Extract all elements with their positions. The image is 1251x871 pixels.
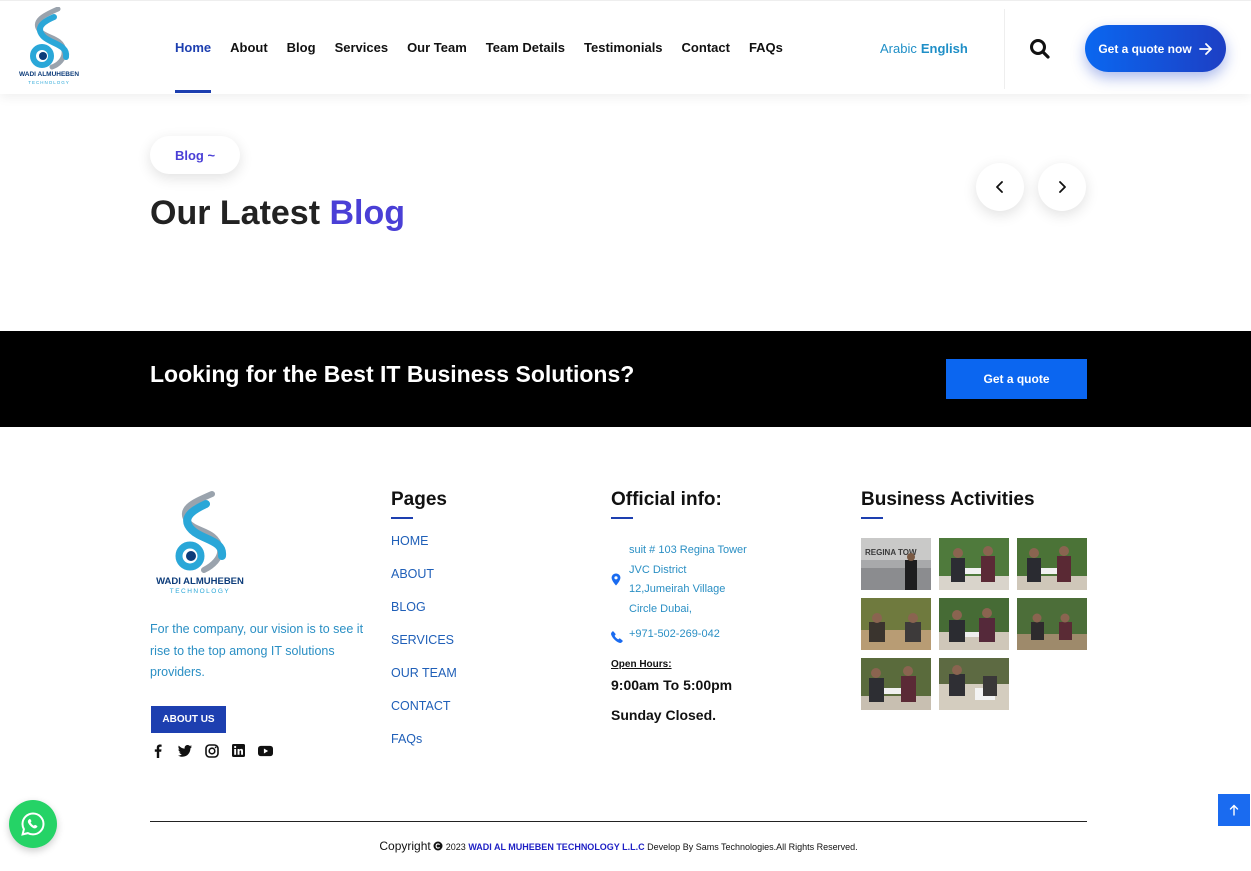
office-address: suit # 103 Regina Tower JVC District 12,… xyxy=(629,544,747,615)
pages-heading: Pages xyxy=(391,489,447,519)
footer-logo-subtitle: TECHNOLOGY xyxy=(169,588,231,595)
nav-team-details[interactable]: Team Details xyxy=(486,1,565,95)
footer-link-faqs[interactable]: FAQs xyxy=(391,731,457,764)
logo-subtitle: TECHNOLOGY xyxy=(28,80,70,85)
instagram-icon[interactable] xyxy=(204,743,219,758)
nav-about[interactable]: About xyxy=(230,1,268,95)
search-icon[interactable] xyxy=(1029,38,1051,60)
twitter-icon[interactable] xyxy=(177,743,192,758)
blog-title-accent: Blog xyxy=(329,194,406,232)
lang-arabic[interactable]: Arabic xyxy=(880,41,917,56)
gallery-photo[interactable] xyxy=(1017,538,1087,590)
gallery-photo[interactable]: REGINA TOW xyxy=(861,538,931,590)
nav-testimonials[interactable]: Testimonials xyxy=(584,1,663,95)
phone-icon xyxy=(611,630,623,643)
gallery-photo[interactable] xyxy=(861,658,931,710)
whatsapp-button[interactable] xyxy=(9,800,57,848)
chevron-left-icon xyxy=(996,181,1003,193)
arrow-up-icon xyxy=(1229,804,1239,816)
linkedin-icon[interactable] xyxy=(231,743,246,758)
gallery-photo[interactable] xyxy=(939,658,1009,710)
get-quote-now-label: Get a quote now xyxy=(1098,41,1192,56)
official-info-heading: Official info: xyxy=(611,489,722,519)
nav-our-team[interactable]: Our Team xyxy=(407,1,467,95)
whatsapp-icon xyxy=(21,812,45,836)
closed-day: Sunday Closed. xyxy=(611,707,717,723)
footer-link-about[interactable]: ABOUT xyxy=(391,566,457,599)
language-switcher: Arabic English xyxy=(880,41,968,56)
copyright-suffix: Develop By Sams Technologies.All Rights … xyxy=(647,842,858,852)
location-pin-icon xyxy=(611,573,621,586)
footer-link-home[interactable]: HOME xyxy=(391,533,457,566)
nav-contact[interactable]: Contact xyxy=(682,1,730,95)
nav-faqs[interactable]: FAQs xyxy=(749,1,783,95)
nav-blog[interactable]: Blog xyxy=(287,1,316,95)
copyright-year: 2023 xyxy=(445,842,466,852)
business-activities-heading: Business Activities xyxy=(861,489,1035,519)
footer-link-blog[interactable]: BLOG xyxy=(391,599,457,632)
footer-pages-list: HOME ABOUT BLOG SERVICES OUR TEAM CONTAC… xyxy=(391,533,457,764)
nav-services[interactable]: Services xyxy=(335,1,389,95)
blog-title-main: Our Latest xyxy=(150,194,321,232)
footer-logo-mark-icon xyxy=(175,491,226,573)
logo-mark-icon xyxy=(30,6,70,70)
footer-vision-text: For the company, our vision is to see it… xyxy=(150,622,364,679)
page: WADI ALMUHEBEN TECHNOLOGY Home About Blo… xyxy=(0,0,1251,871)
copyright-line: Copyright 2023 WADI AL MUHEBEN TECHNOLOG… xyxy=(0,839,1237,853)
copyright-prefix: Copyright xyxy=(379,839,431,853)
open-hours-label: Open Hours: xyxy=(611,659,672,670)
copyright-icon xyxy=(433,841,443,851)
footer-divider xyxy=(150,821,1087,822)
facebook-icon[interactable] xyxy=(150,743,165,758)
footer-link-services[interactable]: SERVICES xyxy=(391,632,457,665)
footer-link-our-team[interactable]: OUR TEAM xyxy=(391,665,457,698)
about-us-button[interactable]: ABOUT US xyxy=(151,706,226,733)
phone-number[interactable]: +971-502-269-042 xyxy=(629,628,720,640)
copyright-company[interactable]: WADI AL MUHEBEN TECHNOLOGY L.L.C xyxy=(468,842,644,852)
site-header: WADI ALMUHEBEN TECHNOLOGY Home About Blo… xyxy=(0,0,1251,94)
footer-logo[interactable]: WADI ALMUHEBEN TECHNOLOGY xyxy=(150,490,250,600)
carousel-prev-button[interactable] xyxy=(976,163,1024,211)
gallery-photo[interactable] xyxy=(861,598,931,650)
header-divider xyxy=(1004,9,1005,89)
gallery-photo[interactable] xyxy=(939,598,1009,650)
logo-name: WADI ALMUHEBEN xyxy=(18,71,80,78)
cta-headline: Looking for the Best IT Business Solutio… xyxy=(150,361,635,387)
cta-banner: Looking for the Best IT Business Solutio… xyxy=(0,331,1251,427)
open-hours-time: 9:00am To 5:00pm xyxy=(611,677,733,693)
get-quote-now-button[interactable]: Get a quote now xyxy=(1085,25,1226,72)
chevron-right-icon xyxy=(1059,181,1066,193)
blog-badge: Blog ~ xyxy=(150,136,240,174)
youtube-icon[interactable] xyxy=(258,743,273,758)
get-quote-button[interactable]: Get a quote xyxy=(946,359,1087,399)
carousel-next-button[interactable] xyxy=(1038,163,1086,211)
main-nav: Home About Blog Services Our Team Team D… xyxy=(175,1,783,95)
gallery-photo[interactable] xyxy=(939,538,1009,590)
gallery-photo[interactable] xyxy=(1017,598,1087,650)
activities-gallery: REGINA TOW xyxy=(861,538,1089,710)
scroll-to-top-button[interactable] xyxy=(1218,794,1250,826)
footer-link-contact[interactable]: CONTACT xyxy=(391,698,457,731)
footer-logo-name: WADI ALMUHEBEN xyxy=(156,576,244,587)
blog-section-title: Our Latest Blog xyxy=(150,194,405,233)
nav-home[interactable]: Home xyxy=(175,1,212,95)
lang-english[interactable]: English xyxy=(921,41,968,56)
social-links xyxy=(150,743,273,758)
arrow-right-icon xyxy=(1198,42,1212,55)
header-logo[interactable]: WADI ALMUHEBEN TECHNOLOGY xyxy=(14,6,84,87)
